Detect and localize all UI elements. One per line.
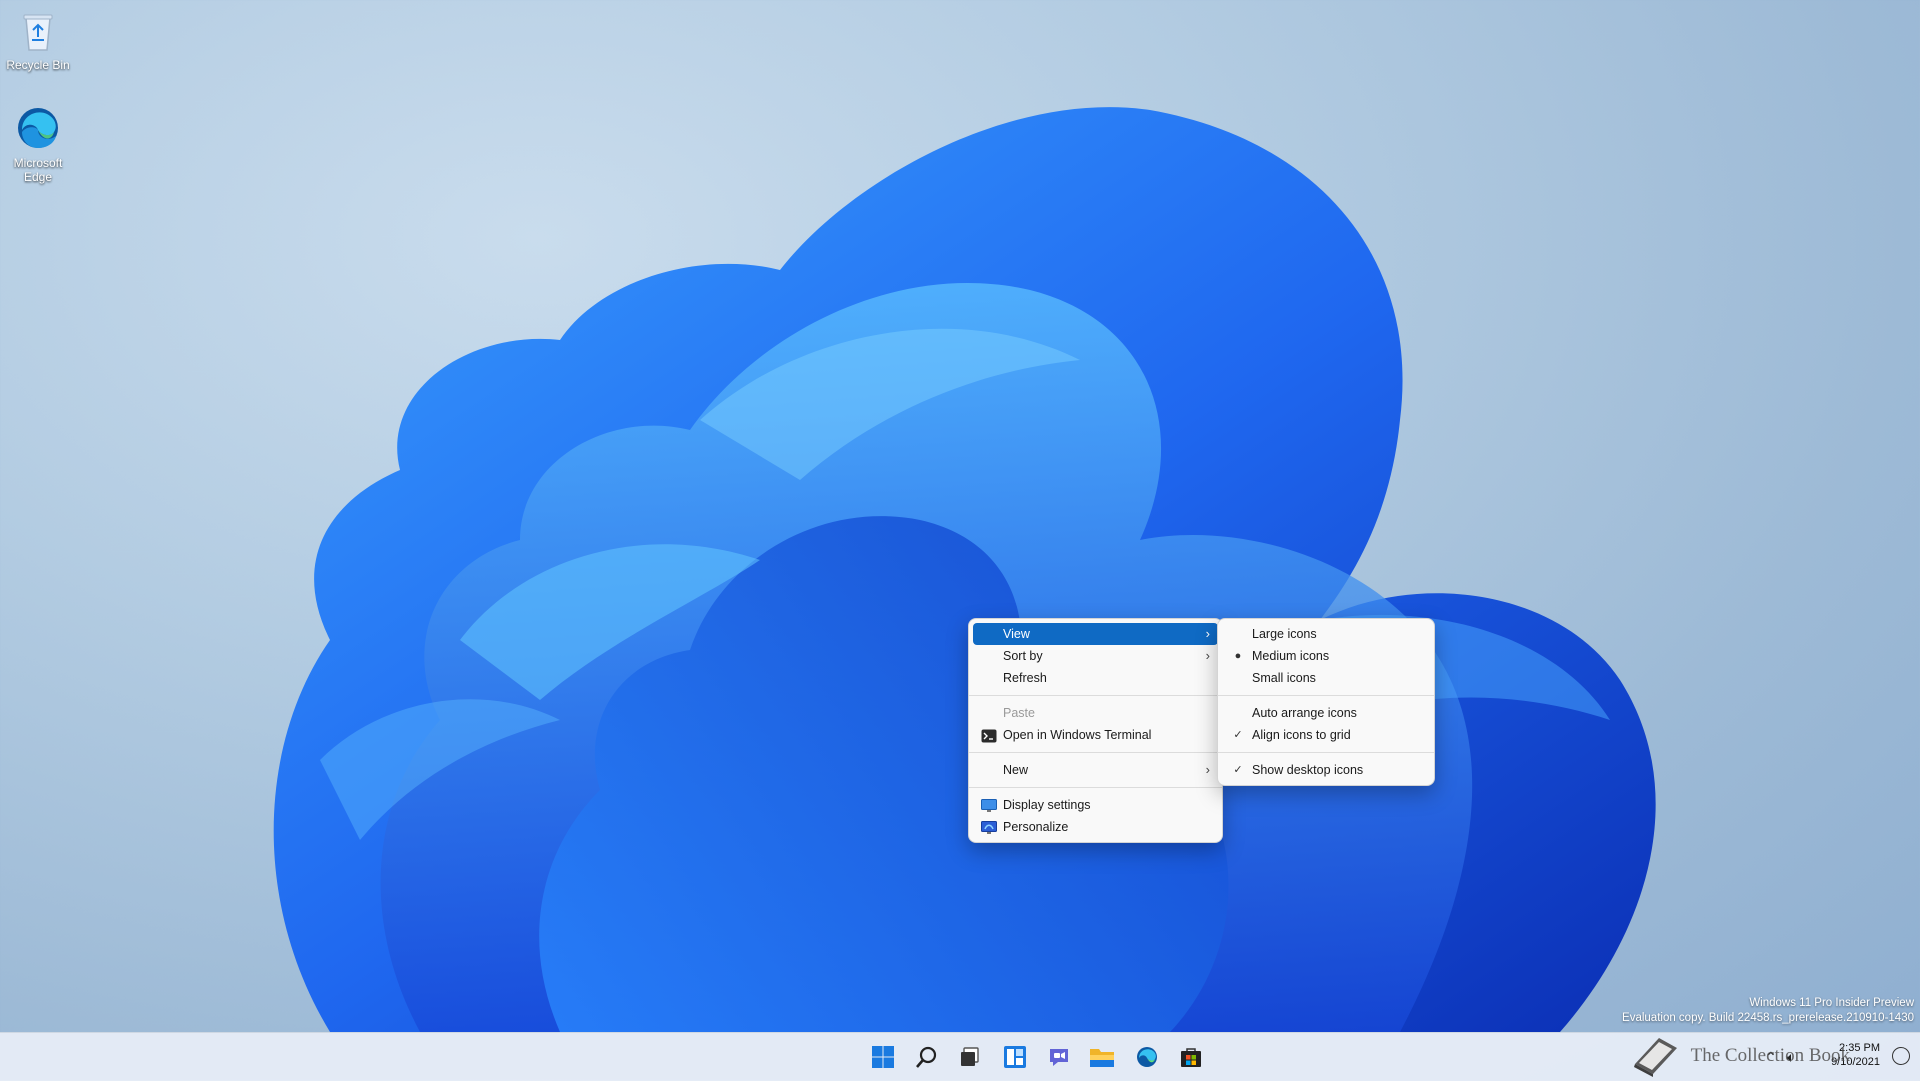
submenu-item-small-icons-label: Small icons bbox=[1252, 671, 1316, 685]
chat-icon bbox=[1050, 1049, 1068, 1066]
recycle-bin-icon bbox=[14, 6, 62, 54]
view-submenu: Large icons ● Medium icons Small icons A… bbox=[1217, 618, 1435, 786]
submenu-item-align-grid[interactable]: ✓ Align icons to grid bbox=[1222, 724, 1430, 746]
submenu-item-show-desktop-icons[interactable]: ✓ Show desktop icons bbox=[1222, 759, 1430, 781]
submenu-item-large-icons-label: Large icons bbox=[1252, 627, 1317, 641]
menu-item-personalize[interactable]: Personalize bbox=[973, 816, 1218, 838]
personalize-icon bbox=[981, 820, 997, 834]
menu-separator bbox=[969, 752, 1222, 753]
edge-icon bbox=[1137, 1047, 1157, 1067]
file-explorer-icon bbox=[1090, 1049, 1114, 1067]
watermark-line-1: Windows 11 Pro Insider Preview bbox=[1749, 997, 1914, 1009]
watermark-line-2: Evaluation copy. Build 22458.rs_prerelea… bbox=[1622, 1012, 1914, 1024]
collection-book-overlay: The Collection Book bbox=[1629, 1034, 1850, 1078]
submenu-item-auto-arrange[interactable]: Auto arrange icons bbox=[1222, 702, 1430, 724]
checkmark-icon: ✓ bbox=[1233, 729, 1243, 741]
wallpaper-bloom bbox=[273, 107, 1656, 1032]
taskbar-file-explorer-button[interactable] bbox=[1082, 1037, 1122, 1077]
menu-item-open-terminal-label: Open in Windows Terminal bbox=[1003, 728, 1152, 742]
menu-item-display-settings-label: Display settings bbox=[1003, 798, 1091, 812]
taskbar-search-button[interactable] bbox=[907, 1037, 947, 1077]
desktop-icon-microsoft-edge[interactable]: Microsoft Edge bbox=[0, 104, 79, 184]
brand-text: The Collection Book bbox=[1690, 1045, 1850, 1066]
desktop-icon-recycle-bin[interactable]: Recycle Bin bbox=[0, 6, 79, 72]
menu-item-sort-by[interactable]: Sort by › bbox=[973, 645, 1218, 667]
terminal-icon bbox=[981, 728, 997, 743]
submenu-item-medium-icons[interactable]: ● Medium icons bbox=[1222, 645, 1430, 667]
search-icon bbox=[916, 1046, 937, 1068]
menu-item-view-label: View bbox=[1003, 627, 1030, 641]
taskbar-widgets-button[interactable] bbox=[995, 1037, 1035, 1077]
notification-icon[interactable] bbox=[1892, 1047, 1910, 1065]
submenu-item-large-icons[interactable]: Large icons bbox=[1222, 623, 1430, 645]
menu-separator bbox=[1218, 695, 1434, 696]
display-icon bbox=[981, 798, 997, 812]
chevron-right-icon: › bbox=[1205, 626, 1210, 641]
taskbar-edge-button[interactable] bbox=[1127, 1037, 1167, 1077]
menu-item-display-settings[interactable]: Display settings bbox=[973, 794, 1218, 816]
desktop-context-menu: View › Sort by › Refresh Paste Open in W… bbox=[968, 618, 1223, 843]
taskbar-chat-button[interactable] bbox=[1039, 1037, 1079, 1077]
microsoft-edge-label: Microsoft Edge bbox=[13, 156, 63, 184]
menu-separator bbox=[969, 695, 1222, 696]
taskbar-store-button[interactable] bbox=[1171, 1037, 1211, 1077]
store-icon bbox=[1181, 1048, 1201, 1067]
taskbar-start-button[interactable] bbox=[863, 1037, 903, 1077]
submenu-item-medium-icons-label: Medium icons bbox=[1252, 649, 1330, 663]
checkmark-icon: ✓ bbox=[1233, 764, 1243, 776]
submenu-item-align-grid-label: Align icons to grid bbox=[1252, 728, 1351, 742]
menu-item-open-terminal[interactable]: Open in Windows Terminal bbox=[973, 724, 1218, 746]
menu-item-view[interactable]: View › bbox=[973, 623, 1218, 645]
submenu-item-small-icons[interactable]: Small icons bbox=[1222, 667, 1430, 689]
edge-icon bbox=[14, 104, 62, 152]
widgets-icon bbox=[1004, 1046, 1026, 1068]
submenu-item-auto-arrange-label: Auto arrange icons bbox=[1252, 706, 1357, 720]
menu-separator bbox=[969, 787, 1222, 788]
task-view-icon bbox=[961, 1047, 979, 1066]
submenu-item-show-desktop-icons-label: Show desktop icons bbox=[1252, 763, 1364, 777]
chevron-right-icon: › bbox=[1205, 648, 1210, 663]
evaluation-watermark: Windows 11 Pro Insider Preview Evaluatio… bbox=[1622, 996, 1914, 1026]
taskbar-task-view-button[interactable] bbox=[950, 1037, 990, 1077]
menu-separator bbox=[1218, 752, 1434, 753]
chevron-right-icon: › bbox=[1205, 762, 1210, 777]
menu-item-personalize-label: Personalize bbox=[1003, 820, 1069, 834]
menu-item-paste-label: Paste bbox=[1003, 706, 1035, 720]
menu-item-paste[interactable]: Paste bbox=[973, 702, 1218, 724]
menu-item-refresh[interactable]: Refresh bbox=[973, 667, 1218, 689]
radio-dot-icon: ● bbox=[1234, 650, 1242, 662]
start-icon bbox=[872, 1046, 894, 1068]
book-icon bbox=[1633, 1038, 1677, 1077]
menu-item-sort-by-label: Sort by bbox=[1003, 649, 1043, 663]
menu-item-refresh-label: Refresh bbox=[1003, 671, 1047, 685]
recycle-bin-label: Recycle Bin bbox=[6, 58, 70, 72]
menu-item-new[interactable]: New › bbox=[973, 759, 1218, 781]
menu-item-new-label: New bbox=[1003, 763, 1029, 777]
